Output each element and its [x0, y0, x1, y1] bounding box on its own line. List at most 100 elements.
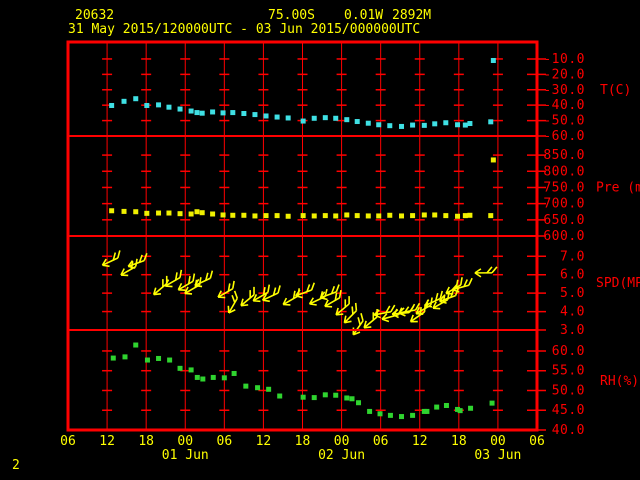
- axis-unit-label: RH(%): [600, 374, 639, 389]
- pressure-point: [230, 212, 236, 218]
- relative-humidity-point: [333, 392, 339, 398]
- pressure-point: [467, 212, 473, 218]
- pressure-point: [365, 213, 371, 219]
- relative-humidity-point: [468, 405, 474, 411]
- relative-humidity-point: [410, 412, 416, 418]
- x-hour-label: 06: [373, 434, 389, 449]
- relative-humidity-point: [367, 408, 373, 414]
- y-tick-label: 45.0: [552, 403, 585, 418]
- temperature-point: [410, 122, 416, 128]
- temperature-point: [188, 108, 194, 114]
- pressure-point: [109, 208, 115, 214]
- y-tick-label: -50.0: [543, 114, 585, 129]
- relative-humidity-point: [167, 357, 173, 363]
- temperature-point: [285, 115, 291, 121]
- pressure-point: [421, 212, 427, 218]
- pressure-point: [399, 213, 405, 219]
- pressure-point: [490, 157, 496, 163]
- x-hour-label: 18: [295, 434, 311, 449]
- x-hour-label: 18: [138, 434, 154, 449]
- pressure-point: [121, 208, 127, 214]
- temperature-point: [421, 122, 427, 128]
- pressure-point: [300, 213, 306, 219]
- temperature-point: [300, 118, 306, 124]
- pressure-point: [263, 213, 269, 219]
- x-hour-label: 00: [490, 434, 506, 449]
- relative-humidity-point: [156, 355, 162, 361]
- temperature-point: [488, 119, 494, 125]
- y-tick-label: 55.0: [552, 364, 585, 379]
- pressure-point: [488, 213, 494, 219]
- temperature-point: [455, 122, 461, 128]
- temperature-point: [432, 121, 438, 127]
- relative-humidity-point: [424, 408, 430, 414]
- axis-unit-label: T(C): [600, 83, 631, 98]
- pressure-point: [156, 210, 162, 216]
- relative-humidity-point: [377, 411, 383, 417]
- temperature-point: [365, 120, 371, 126]
- pressure-point: [322, 213, 328, 219]
- y-tick-label: -10.0: [543, 52, 585, 67]
- relative-humidity-point: [266, 386, 272, 392]
- pressure-point: [210, 211, 216, 217]
- page-number: 2: [12, 458, 20, 473]
- wind-speed-panel: 7.0 6.0 5.0 4.0 3.0 SPD(MPS): [101, 249, 640, 338]
- pressure-point: [166, 210, 172, 216]
- relative-humidity-point: [110, 355, 116, 361]
- relative-humidity-point: [231, 370, 237, 376]
- temperature-point: [322, 115, 328, 121]
- x-hour-label: 00: [177, 434, 193, 449]
- pressure-point: [144, 210, 150, 216]
- wind-barb: [451, 277, 473, 293]
- pressure-point: [194, 209, 200, 215]
- pressure-point: [285, 213, 291, 219]
- temperature-point: [274, 114, 280, 120]
- temperature-point: [467, 121, 473, 127]
- temperature-point: [109, 102, 115, 108]
- temperature-point: [354, 119, 360, 125]
- x-date-label: 02 Jun: [318, 448, 365, 463]
- pressure-point: [133, 209, 139, 215]
- relative-humidity-point: [311, 395, 317, 401]
- temperature-point: [462, 122, 468, 128]
- relative-humidity-point: [221, 375, 227, 381]
- relative-humidity-point: [188, 367, 194, 373]
- meteogram-plot: -10.0-20.0-30.0-40.0-50.0-60.0 T(C) 850.08…: [60, 40, 640, 463]
- axis-unit-label: Pre (mb): [596, 180, 640, 195]
- temperature-point: [399, 123, 405, 129]
- relative-humidity-point: [349, 396, 355, 402]
- y-tick-label: 6.0: [560, 268, 585, 283]
- pressure-point: [462, 213, 468, 219]
- relative-humidity-point: [210, 374, 216, 380]
- temperature-point: [166, 104, 172, 110]
- y-tick-label: 50.0: [552, 383, 585, 398]
- y-tick-label: -60.0: [543, 129, 585, 144]
- relative-humidity-point: [200, 376, 206, 382]
- relative-humidity-point: [122, 354, 128, 360]
- pressure-point: [177, 211, 183, 217]
- temperature-point: [311, 115, 317, 121]
- y-tick-label: 3.0: [560, 323, 585, 338]
- relative-humidity-point: [133, 342, 139, 348]
- relative-humidity-point: [144, 357, 150, 363]
- relative-humidity-point: [277, 393, 283, 399]
- temperature-point: [490, 57, 496, 63]
- relative-humidity-point: [243, 383, 249, 389]
- y-tick-label: -30.0: [543, 83, 585, 98]
- wind-barb: [101, 250, 121, 268]
- wind-barb: [282, 288, 301, 306]
- temperature-panel: -10.0-20.0-30.0-40.0-50.0-60.0 T(C): [102, 52, 631, 144]
- pressure-point: [387, 212, 393, 218]
- temperature-point: [443, 120, 449, 126]
- temperature-point: [121, 98, 127, 104]
- pressure-point: [252, 213, 258, 219]
- temperature-point: [252, 112, 258, 118]
- wind-barb-feathers: [486, 266, 498, 274]
- pressure-point: [241, 212, 247, 218]
- temperature-point: [210, 109, 216, 115]
- relative-humidity-point: [322, 392, 328, 398]
- pressure-point: [443, 213, 449, 219]
- x-hour-label: 06: [60, 434, 76, 449]
- relative-humidity-point: [457, 408, 463, 414]
- x-date-label: 01 Jun: [162, 448, 209, 463]
